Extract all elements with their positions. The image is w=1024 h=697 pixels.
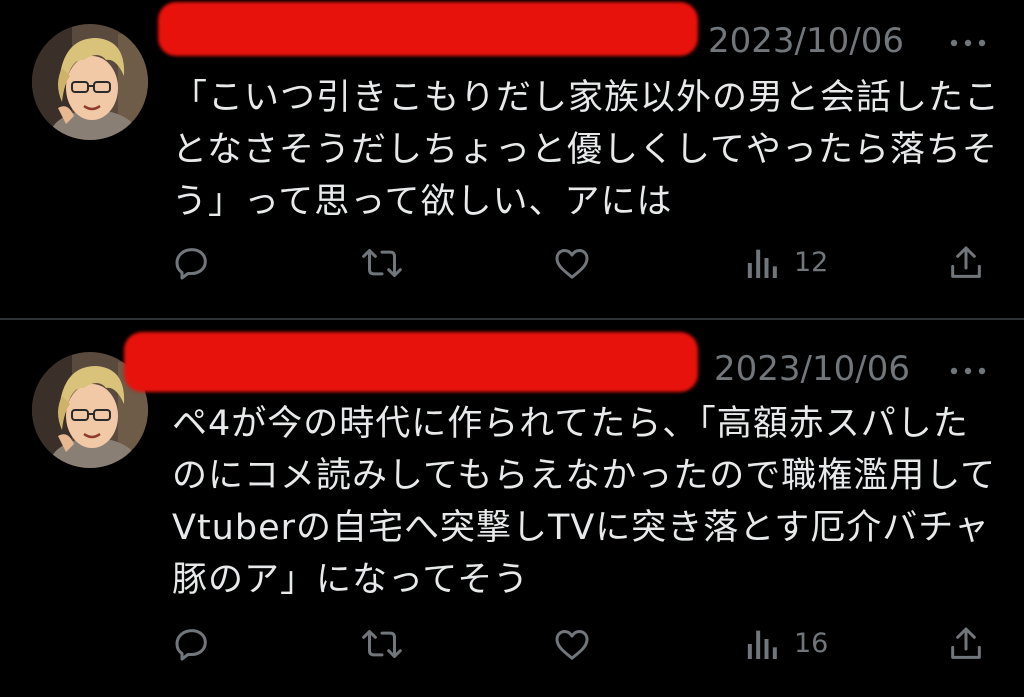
views-button[interactable]: 12	[744, 241, 828, 285]
tweet-text: ペ4が今の時代に作られてたら、「高額赤スパしたのにコメ読みしてもらえなかったので…	[172, 404, 997, 600]
more-icon[interactable]	[948, 366, 988, 376]
views-count: 16	[794, 628, 829, 659]
share-icon	[951, 246, 981, 278]
views-icon	[747, 630, 777, 659]
tweet-actions: 12	[0, 241, 1024, 285]
reply-icon	[175, 248, 207, 280]
reply-icon	[175, 629, 207, 661]
share-button[interactable]	[944, 241, 988, 285]
redacted-username	[124, 332, 698, 392]
more-icon[interactable]	[948, 38, 988, 48]
retweet-icon	[362, 630, 402, 658]
tweet-date[interactable]: 2023/10/06	[708, 21, 904, 61]
like-button[interactable]	[552, 241, 592, 285]
retweet-button[interactable]	[360, 241, 404, 285]
retweet-button[interactable]	[360, 622, 404, 666]
redacted-username	[158, 2, 698, 56]
like-button[interactable]	[552, 622, 592, 666]
views-count: 12	[794, 247, 829, 278]
share-button[interactable]	[944, 622, 988, 666]
views-icon	[747, 249, 777, 278]
reply-button[interactable]	[172, 241, 212, 285]
reply-button[interactable]	[172, 622, 212, 666]
retweet-icon	[362, 249, 402, 277]
tweet-date[interactable]: 2023/10/06	[714, 349, 910, 389]
heart-icon	[555, 630, 589, 660]
share-icon	[951, 627, 981, 659]
tweet[interactable]: 2023/10/06 「こいつ引きこもりだし家族以外の男と会話したことなさそうだ…	[0, 0, 1024, 318]
avatar-image	[32, 24, 148, 140]
avatar[interactable]	[32, 24, 148, 140]
tweet-actions: 16	[0, 622, 1024, 666]
views-button[interactable]: 16	[744, 622, 828, 666]
tweet[interactable]: 2023/10/06 ペ4が今の時代に作られてたら、「高額赤スパしたのにコメ読み…	[0, 320, 1024, 697]
heart-icon	[555, 249, 589, 279]
tweet-text: 「こいつ引きこもりだし家族以外の男と会話したことなさそうだしちょっと優しくしてや…	[172, 78, 1001, 222]
